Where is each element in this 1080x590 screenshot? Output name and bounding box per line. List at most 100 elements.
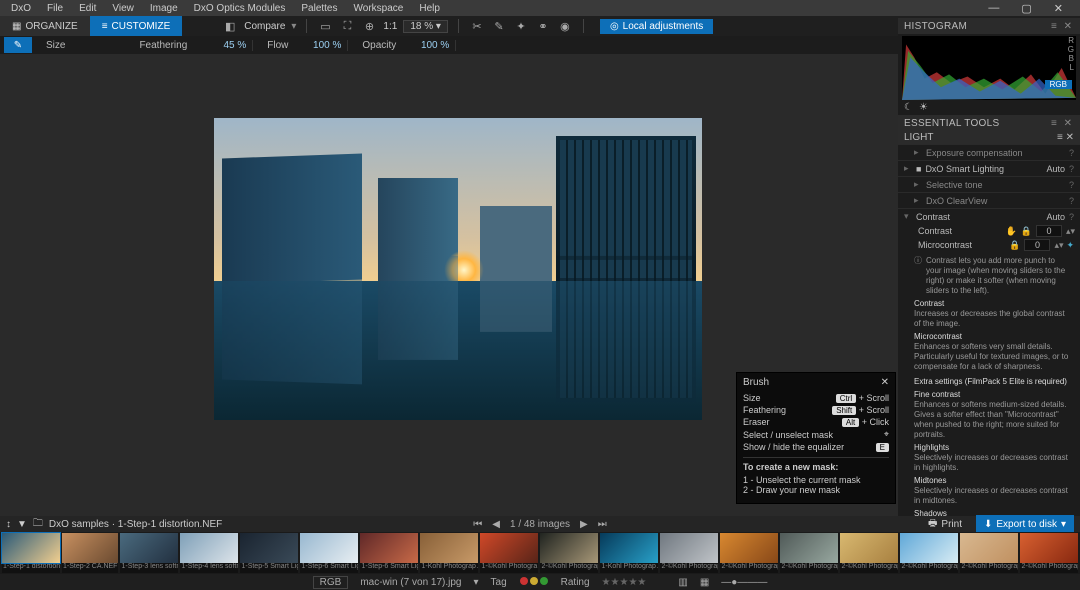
menu-edit[interactable]: Edit: [72, 2, 103, 15]
thumbnail-caption: 1-Step-2 CA.NEF: [62, 563, 118, 573]
thumbnail-caption: 2-©Kohl Photograp…: [1020, 563, 1078, 573]
next-page-icon[interactable]: ▶: [580, 519, 588, 530]
export-button[interactable]: ⬇Export to disk ▾: [976, 515, 1074, 534]
filmstrip[interactable]: 1-Step-1 distortion…1-Step-2 CA.NEF1-Ste…: [0, 532, 1080, 574]
size-label: Size: [40, 40, 71, 51]
thumbnail[interactable]: 1-Step-5 Smart Lig…: [240, 533, 298, 573]
thumbnail-caption: 1-Kohl Photograp…: [420, 563, 478, 573]
sun-icon[interactable]: ☀: [919, 102, 928, 113]
thumbnail[interactable]: 2-©Kohl Photograp…: [780, 533, 838, 573]
opacity-value[interactable]: 100 %: [402, 40, 456, 51]
thumbnail-caption: 1-Step-6 Smart Lig…: [360, 563, 418, 573]
zoom-11-button[interactable]: 1:1: [383, 21, 397, 32]
thumbnail[interactable]: 2-©Kohl Photograp…: [540, 533, 598, 573]
flow-label: Flow: [261, 40, 294, 51]
histogram-graph: RGB RGBL: [902, 36, 1076, 100]
redeye-icon[interactable]: ◉: [557, 18, 573, 34]
thumbnail[interactable]: 2-©Kohl Photograp…: [900, 533, 958, 573]
filter-icon[interactable]: ▼: [17, 519, 27, 530]
exposure-row[interactable]: Exposure compensation: [926, 148, 1065, 158]
menu-optics[interactable]: DxO Optics Modules: [187, 2, 293, 15]
compare-icon[interactable]: ◧: [222, 18, 238, 34]
brush-tool-active[interactable]: ✎: [4, 37, 32, 53]
histogram-header[interactable]: HISTOGRAM: [904, 21, 967, 32]
brush-icon[interactable]: ✎: [491, 18, 507, 34]
layout2-icon[interactable]: ▦: [700, 577, 709, 588]
link-icon[interactable]: ⚭: [535, 18, 551, 34]
moon-icon[interactable]: ☾: [904, 102, 913, 113]
thumbnail[interactable]: 1-Step-6 Smart Lig…: [300, 533, 358, 573]
fit-screen-icon[interactable]: ▭: [317, 18, 333, 34]
hand-cursor-icon: ✋: [1006, 226, 1017, 237]
thumbnail-caption: 2-©Kohl Photograp…: [660, 563, 718, 573]
zoom-fit-icon[interactable]: ⊕: [361, 18, 377, 34]
thumbnail[interactable]: 1-Step-6 Smart Lig…: [360, 533, 418, 573]
menu-view[interactable]: View: [105, 2, 141, 15]
rating-stars[interactable]: ★★★★★: [602, 577, 647, 588]
brush-tip-title: Brush: [743, 377, 769, 388]
mode-organize-button[interactable]: ▦ ORGANIZE: [0, 16, 90, 36]
zoom-percent[interactable]: 18 % ▾: [403, 20, 448, 33]
window-close-icon[interactable]: ✕: [1047, 1, 1070, 16]
thumbnail-caption: 1-Step-6 Smart Lig…: [300, 563, 358, 573]
first-page-icon[interactable]: ⏮: [473, 519, 482, 530]
contrast-row[interactable]: Contrast: [916, 212, 1042, 222]
thumbnail-caption: 1-Kohl Photograp…: [600, 563, 658, 573]
microcontrast-value[interactable]: 0: [1024, 239, 1050, 251]
window-restore-icon[interactable]: ▢: [1014, 1, 1038, 16]
contrast-value[interactable]: 0: [1036, 225, 1062, 237]
mode-customize-button[interactable]: ≡ CUSTOMIZE: [90, 16, 183, 36]
thumbnail-caption: 1-Step-4 lens softn…: [180, 563, 238, 573]
thumbnail[interactable]: 1-Step-1 distortion…: [2, 533, 60, 573]
status-rating-label: Rating: [561, 577, 590, 588]
thumbnail[interactable]: 2-©Kohl Photograp…: [720, 533, 778, 573]
crop-icon[interactable]: ✂: [469, 18, 485, 34]
local-adjustments-button[interactable]: ◎ Local adjustments: [600, 19, 713, 34]
light-header[interactable]: LIGHT: [904, 132, 933, 143]
target-icon: ⌖: [884, 429, 889, 440]
last-page-icon[interactable]: ⏭: [598, 519, 607, 530]
rgb-tag[interactable]: RGB: [1045, 80, 1072, 89]
window-minimize-icon[interactable]: —: [981, 1, 1006, 16]
thumbnail[interactable]: 1-©Kohl Photogra…: [480, 533, 538, 573]
menu-file[interactable]: File: [40, 2, 70, 15]
selective-tone-row[interactable]: Selective tone: [926, 180, 1065, 190]
opacity-label: Opacity: [356, 40, 402, 51]
thumbnail[interactable]: 2-©Kohl Photograp…: [660, 533, 718, 573]
print-button[interactable]: 🖶Print: [920, 515, 970, 534]
close-icon[interactable]: ✕: [881, 377, 889, 388]
wand-icon[interactable]: ✦: [1066, 240, 1074, 251]
tag-dots[interactable]: [519, 577, 549, 588]
layout-icon[interactable]: ▥: [678, 577, 687, 588]
thumbnail[interactable]: 2-©Kohl Photograp…: [840, 533, 898, 573]
fullscreen-icon[interactable]: ⛶: [339, 18, 355, 34]
thumbnail[interactable]: 1-Kohl Photograp…: [420, 533, 478, 573]
thumbnail[interactable]: 1-Kohl Photograp…: [600, 533, 658, 573]
smart-lighting-row[interactable]: DxO Smart Lighting: [925, 164, 1042, 174]
thumbnail-caption: 2-©Kohl Photograp…: [900, 563, 958, 573]
wb-icon[interactable]: ✦: [513, 18, 529, 34]
thumbnail-caption: 1-©Kohl Photogra…: [480, 563, 538, 573]
image-canvas[interactable]: [214, 118, 702, 420]
status-rgb[interactable]: RGB: [313, 576, 349, 589]
feathering-value[interactable]: 45 %: [193, 40, 253, 51]
image-pager: ⏮ ◀ 1 / 48 images ▶ ⏭: [473, 519, 606, 530]
essential-header[interactable]: ESSENTIAL TOOLS: [904, 118, 999, 129]
compare-button[interactable]: Compare: [244, 21, 285, 32]
sort-icon[interactable]: ↕: [6, 519, 11, 530]
menu-help[interactable]: Help: [412, 2, 447, 15]
menu-bar: DxO File Edit View Image DxO Optics Modu…: [0, 0, 1080, 16]
thumbnail[interactable]: 2-©Kohl Photograp…: [1020, 533, 1078, 573]
clearview-row[interactable]: DxO ClearView: [926, 196, 1065, 206]
thumbnail[interactable]: 1-Step-4 lens softn…: [180, 533, 238, 573]
prev-page-icon[interactable]: ◀: [492, 519, 500, 530]
thumbnail[interactable]: 2-©Kohl Photograp…: [960, 533, 1018, 573]
thumbnail[interactable]: 1-Step-2 CA.NEF: [62, 533, 118, 573]
folder-icon: 🗀: [33, 516, 43, 533]
menu-workspace[interactable]: Workspace: [347, 2, 411, 15]
menu-image[interactable]: Image: [143, 2, 185, 15]
menu-palettes[interactable]: Palettes: [294, 2, 344, 15]
thumbnail[interactable]: 1-Step-3 lens softn…: [120, 533, 178, 573]
flow-value[interactable]: 100 %: [294, 40, 348, 51]
breadcrumb[interactable]: DxO samples · 1-Step-1 distortion.NEF: [49, 519, 222, 530]
